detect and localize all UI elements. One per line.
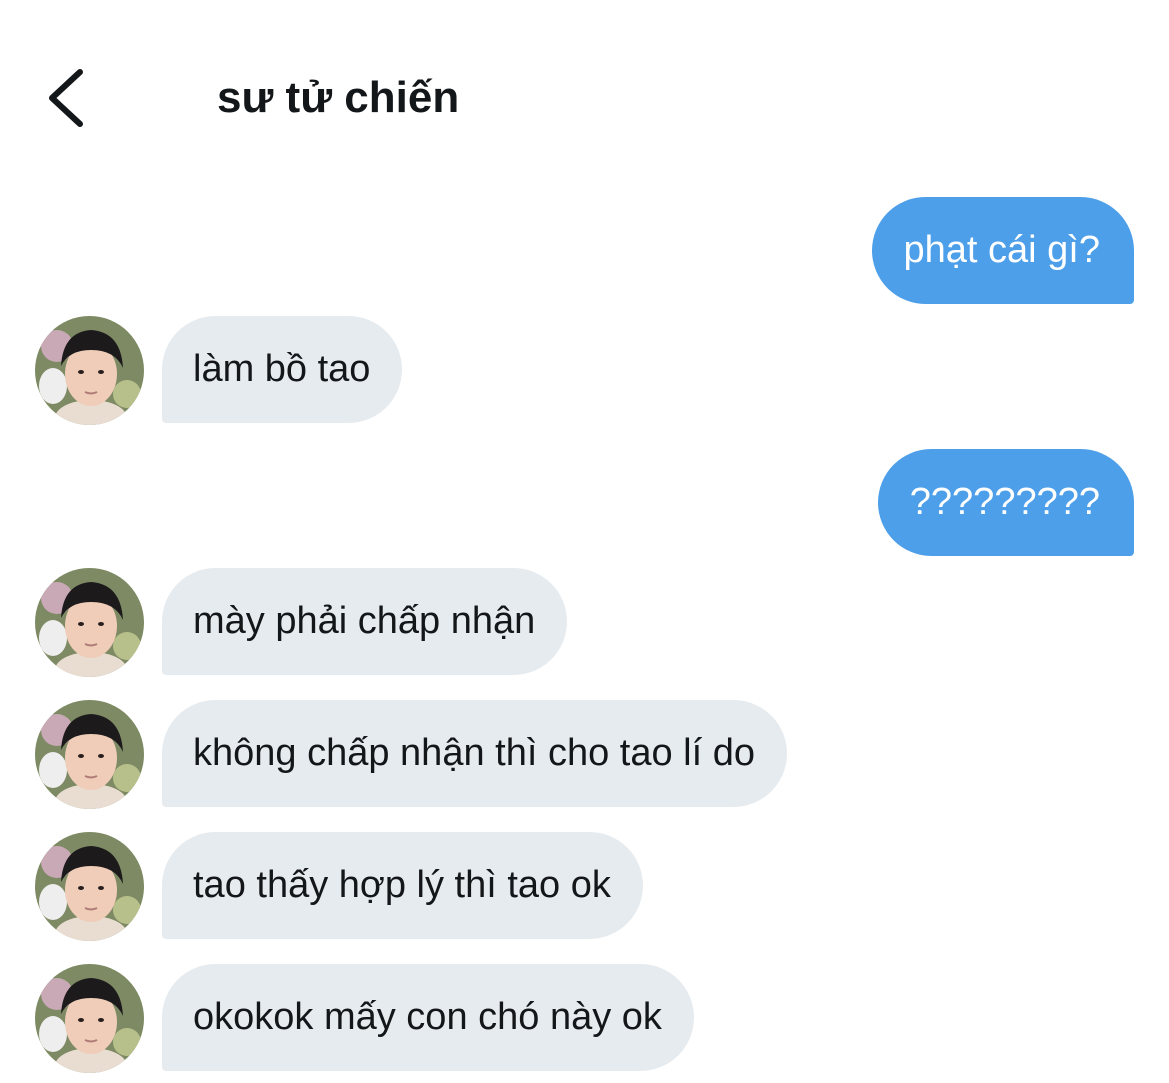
message-text: làm bồ tao <box>193 348 371 390</box>
message-text: mày phải chấp nhận <box>193 600 536 642</box>
avatar[interactable] <box>35 964 144 1073</box>
message-text: không chấp nhận thì cho tao lí do <box>193 732 755 774</box>
message-text: tao thấy hợp lý thì tao ok <box>193 864 611 906</box>
avatar[interactable] <box>35 316 144 425</box>
message-bubble-incoming[interactable]: mày phải chấp nhận <box>162 568 568 675</box>
message-text: ????????? <box>909 481 1100 523</box>
message-bubble-incoming[interactable]: okokok mấy con chó này ok <box>162 964 694 1071</box>
message-text: okokok mấy con chó này ok <box>193 996 662 1038</box>
avatar[interactable] <box>35 700 144 809</box>
message-bubble-incoming[interactable]: tao thấy hợp lý thì tao ok <box>162 832 643 939</box>
message-text: phạt cái gì? <box>903 229 1100 271</box>
message-thread: phạt cái gì? làm bồ tao ????????? mày ph… <box>0 0 1169 1083</box>
avatar[interactable] <box>35 832 144 941</box>
message-bubble-outgoing[interactable]: ????????? <box>877 449 1134 556</box>
avatar[interactable] <box>35 568 144 677</box>
message-bubble-incoming[interactable]: làm bồ tao <box>162 316 403 423</box>
message-bubble-outgoing[interactable]: phạt cái gì? <box>871 197 1134 304</box>
message-bubble-incoming[interactable]: không chấp nhận thì cho tao lí do <box>162 700 787 807</box>
